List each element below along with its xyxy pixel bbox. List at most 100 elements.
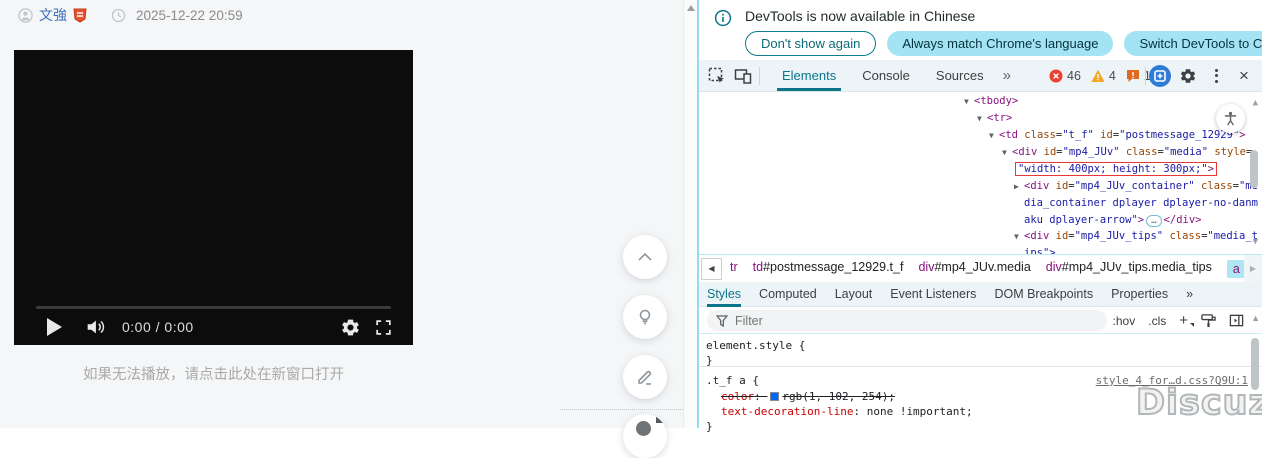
tab-properties[interactable]: Properties: [1111, 282, 1168, 307]
rendering-emulation-icon[interactable]: [1201, 313, 1216, 328]
dom-tree-line[interactable]: aku dplayer-arrow">…</div>: [1024, 213, 1201, 228]
breadcrumb-item-selected[interactable]: a: [1227, 260, 1244, 278]
css-property-color[interactable]: color: rgb(1, 102, 254);: [721, 389, 895, 404]
floating-button-partial[interactable]: [623, 414, 667, 458]
sidebar-divider: [560, 409, 683, 410]
styles-scroll-up-icon[interactable]: ▲: [1251, 313, 1260, 323]
dom-tree-line-highlighted[interactable]: "width: 400px; height: 300px;">: [1015, 162, 1217, 177]
value-token: "mp4_JUv_container": [1075, 180, 1195, 192]
css-property-text-decoration[interactable]: text-decoration-line: none !important;: [721, 404, 973, 419]
video-player[interactable]: 0:00 / 0:00: [14, 50, 413, 345]
tree-scrollbar-thumb[interactable]: [1250, 150, 1258, 188]
breadcrumb-item[interactable]: div#mp4_JUv.media: [918, 260, 1030, 278]
value-token: "mp4_JUv_tips": [1075, 230, 1164, 242]
tab-elements[interactable]: Elements: [769, 60, 849, 91]
element-style-rule[interactable]: element.style {: [706, 338, 805, 353]
dom-tree-line[interactable]: ips">: [1024, 246, 1056, 255]
color-swatch[interactable]: [770, 392, 779, 401]
sidebar-toggle-icon[interactable]: [1229, 313, 1244, 328]
styles-filter-bar: :hov .cls + ▲: [699, 307, 1262, 334]
toggle-class-button[interactable]: .cls: [1148, 314, 1166, 328]
edit-reply-button[interactable]: [623, 355, 667, 399]
fallback-open-link[interactable]: 如果无法播放，请点击此处在新窗口打开: [14, 363, 413, 384]
dom-tree-line[interactable]: ▶<div id="mp4_JUv_container" class="me: [1014, 179, 1258, 194]
switch-to-chinese-button[interactable]: Switch DevTools to Chinese: [1124, 31, 1262, 56]
expand-arrow-icon[interactable]: ▶: [1014, 179, 1024, 194]
tree-scroll-down-icon[interactable]: ▼: [1253, 235, 1258, 250]
attr-token: class: [1126, 146, 1158, 158]
devtools-feature-button[interactable]: [1146, 62, 1174, 90]
tab-sources[interactable]: Sources: [923, 60, 997, 91]
close-devtools-icon[interactable]: ×: [1230, 62, 1258, 90]
attr-token: class: [1201, 180, 1233, 192]
tab-dom-breakpoints[interactable]: DOM Breakpoints: [994, 282, 1093, 307]
breadcrumb-left-icon[interactable]: ◀: [701, 258, 722, 280]
sidebar-more-tabs-icon[interactable]: »: [1186, 282, 1193, 307]
tab-event-listeners[interactable]: Event Listeners: [890, 282, 976, 307]
user-badge-icon: [73, 8, 87, 23]
error-count[interactable]: 46: [1067, 69, 1081, 83]
play-button[interactable]: [47, 318, 62, 336]
css-selector[interactable]: .t_f a {: [706, 373, 759, 388]
tag-token: <div: [1024, 180, 1049, 192]
info-icon: [714, 9, 732, 27]
value-token: aku dplayer-arrow": [1024, 214, 1138, 226]
scrollbar-up-arrow[interactable]: [687, 5, 695, 11]
new-style-rule-icon[interactable]: +: [1179, 312, 1188, 329]
filter-funnel-icon: [716, 315, 728, 327]
volume-icon[interactable]: [84, 316, 106, 338]
fullscreen-icon[interactable]: [374, 318, 393, 337]
breadcrumb-item[interactable]: td#postmessage_12929.t_f: [753, 260, 904, 278]
elements-tree: ▼<tbody> ▼<tr> ▼<td class="t_f" id="post…: [699, 92, 1262, 255]
back-to-top-button[interactable]: [623, 235, 667, 279]
filter-input[interactable]: [707, 310, 1107, 331]
match-language-button[interactable]: Always match Chrome's language: [887, 31, 1113, 56]
expand-arrow-icon[interactable]: ▼: [1014, 229, 1024, 244]
accessibility-overlay-button[interactable]: [1216, 104, 1245, 133]
dom-tree-line[interactable]: ▼<div id="mp4_JUv" class="media" style=: [1002, 145, 1252, 160]
video-settings-icon[interactable]: [340, 317, 361, 338]
tab-layout[interactable]: Layout: [835, 282, 873, 307]
pencil-icon: [635, 367, 655, 387]
dom-tree-line[interactable]: ▼<tbody>: [964, 94, 1018, 109]
tab-console[interactable]: Console: [849, 60, 923, 91]
breadcrumb-item[interactable]: tr: [730, 260, 738, 278]
attr-token: class: [1169, 230, 1201, 242]
inspect-element-icon[interactable]: [708, 67, 726, 85]
username-link[interactable]: 文強: [39, 5, 67, 25]
warning-icon[interactable]: [1091, 69, 1105, 83]
clock-icon: [111, 8, 126, 23]
dom-tree-line[interactable]: ▼<tr>: [977, 111, 1012, 126]
dont-show-again-button[interactable]: Don't show again: [745, 31, 876, 56]
dom-tree-line[interactable]: dia_container dplayer dplayer-no-danm: [1024, 196, 1258, 211]
error-icon[interactable]: [1049, 69, 1063, 83]
toggle-hover-state-button[interactable]: :hov: [1113, 314, 1136, 328]
dom-tree-line[interactable]: ▼<td class="t_f" id="postmessage_12929">: [989, 128, 1246, 143]
theme-lightbulb-button[interactable]: [623, 295, 667, 339]
page-scrollbar[interactable]: [683, 0, 697, 428]
more-tabs-icon[interactable]: »: [997, 67, 1017, 84]
tab-styles[interactable]: Styles: [707, 282, 741, 307]
warning-count[interactable]: 4: [1109, 69, 1116, 83]
tree-scroll-up-icon[interactable]: ▲: [1253, 96, 1258, 111]
expand-arrow-icon[interactable]: ▼: [964, 94, 974, 109]
device-toolbar-icon[interactable]: [734, 67, 752, 85]
issues-icon[interactable]: [1126, 69, 1140, 83]
expand-arrow-icon[interactable]: ▼: [977, 111, 987, 126]
infobar-message: DevTools is now available in Chinese: [745, 8, 975, 24]
expand-children-icon[interactable]: …: [1146, 215, 1161, 227]
expand-arrow-icon[interactable]: ▼: [989, 128, 999, 143]
breadcrumb-item[interactable]: div#mp4_JUv_tips.media_tips: [1046, 260, 1212, 278]
tab-computed[interactable]: Computed: [759, 282, 817, 307]
value-token: dia_container dplayer dplayer-no-danm: [1024, 197, 1258, 209]
breadcrumb-right-icon[interactable]: ▶: [1244, 255, 1262, 282]
settings-gear-icon[interactable]: [1174, 62, 1202, 90]
partial-icon: [636, 421, 651, 436]
tag-token: <tbody>: [974, 95, 1018, 107]
post-timestamp: 2025-12-22 20:59: [136, 8, 243, 23]
devtools-toolbar: Elements Console Sources » 46 4 1 ×: [699, 60, 1262, 92]
expand-arrow-icon[interactable]: ▼: [1002, 145, 1012, 160]
dom-tree-line[interactable]: ▼<div id="mp4_JUv_tips" class="media_t: [1014, 229, 1258, 244]
devtools-panel: DevTools is now available in Chinese Don…: [697, 0, 1262, 428]
kebab-menu-icon[interactable]: [1202, 62, 1230, 90]
